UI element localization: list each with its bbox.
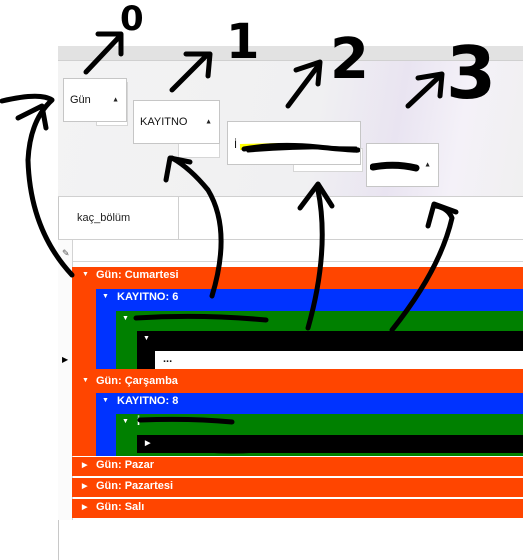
expand-right-icon: ▶ — [82, 462, 88, 469]
group-chip-label: Gün — [70, 94, 91, 106]
expand-down-icon: ▼ — [122, 315, 129, 322]
group-chip-label: İ — [234, 139, 238, 151]
group-chip-kayitno[interactable]: KAYITNO ▲ — [133, 100, 220, 144]
row-indicator-column — [58, 240, 73, 520]
cell-value: ... — [163, 353, 173, 365]
group-row-label: İ — [137, 416, 141, 428]
expand-down-icon: ▼ — [82, 377, 89, 384]
new-item-row[interactable] — [58, 240, 523, 262]
redaction-scribble-icon — [239, 142, 360, 153]
annotation-number-0: 0 — [120, 0, 144, 39]
expand-right-icon: ▶ — [82, 483, 88, 490]
group-row-sali[interactable]: ▶ Gün: Salı — [72, 499, 523, 518]
column-header-kac-bolum[interactable]: kaç_bölüm — [70, 197, 179, 239]
group-row-label: Gün: Çarşamba — [96, 375, 178, 387]
annotation-arrowhead-1 — [15, 103, 49, 131]
current-row-arrow-icon: ▶ — [62, 355, 69, 364]
group-row-pazartesi[interactable]: ▶ Gün: Pazartesi — [72, 478, 523, 497]
grid-top-strip — [58, 46, 523, 61]
data-cell[interactable]: ... — [155, 351, 523, 369]
group-chip-fourth[interactable]: ▲ — [366, 143, 439, 187]
sort-up-icon: ▲ — [112, 96, 119, 104]
group-row-pazar[interactable]: ▶ Gün: Pazar — [72, 457, 523, 476]
expand-down-icon: ▼ — [82, 271, 89, 278]
group-row-label: KAYITNO: 8 — [117, 395, 179, 407]
filter-row-icon: ✎ — [62, 248, 70, 258]
group-row-sub-8-inner[interactable]: ▶ — [137, 435, 523, 453]
expand-right-icon: ▶ — [82, 504, 88, 511]
expand-down-icon: ▼ — [102, 293, 109, 300]
sort-up-icon: ▲ — [205, 118, 212, 126]
group-row-label: Gün: Salı — [96, 501, 145, 513]
group-row-label: Gün: Cumartesi — [96, 269, 179, 281]
group-chip-gun[interactable]: Gün ▲ — [63, 78, 127, 122]
group-chip-label: KAYITNO — [140, 116, 188, 128]
expand-down-icon: ▼ — [102, 397, 109, 404]
column-header-label: kaç_bölüm — [77, 212, 131, 224]
group-row-label: Gün: Pazartesi — [96, 480, 174, 492]
expand-down-icon: ▼ — [143, 335, 150, 342]
redaction-scribble-icon — [370, 161, 420, 172]
expand-down-icon: ▼ — [122, 418, 129, 425]
group-chip-third[interactable]: İ — [227, 121, 361, 165]
sort-up-icon: ▲ — [424, 161, 431, 169]
group-row-label: Gün: Pazar — [96, 459, 155, 471]
expand-right-icon: ▶ — [145, 440, 151, 447]
group-row-label: KAYITNO: 6 — [117, 291, 179, 303]
